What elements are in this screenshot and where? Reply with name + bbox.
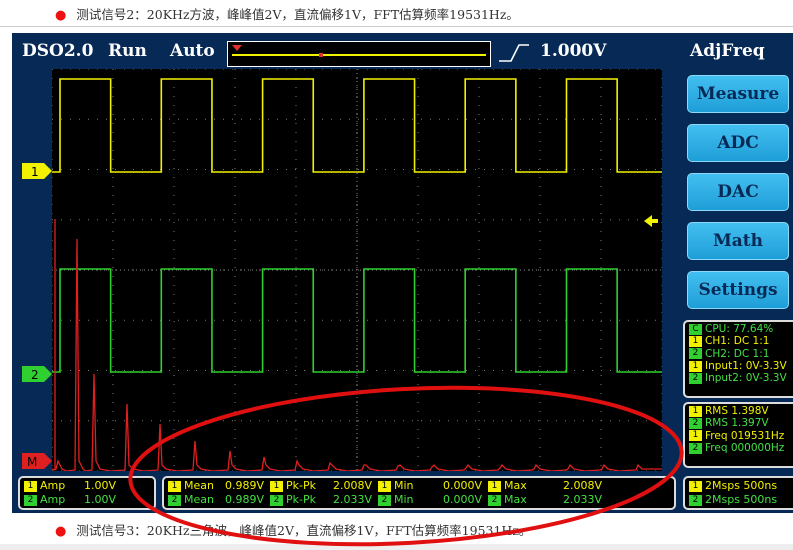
caption-top: ● 测试信号2：20KHz方波，峰峰值2V，直流偏移1V，FFT估算频率19531… — [55, 4, 519, 23]
amp-row: 1 Amp 1.00V — [24, 479, 154, 493]
trigger-mode[interactable]: Auto — [170, 41, 215, 61]
timebase-bar[interactable] — [227, 41, 491, 67]
oscilloscope-window: DSO2.0 Run Auto 1.000V AdjFreq 1 2 M Mea… — [12, 33, 793, 513]
view-center-marker — [319, 53, 323, 57]
caption-bottom: ● 测试信号3：20KHz三角波，峰峰值2V，直流偏移1V，FFT估算频率1953… — [55, 520, 531, 539]
measure-row: 2 RMS 1.397V — [689, 417, 793, 429]
run-status[interactable]: Run — [108, 41, 147, 61]
status-row: 2 CH2: DC 1:1 — [689, 348, 793, 360]
app-title: DSO2.0 — [22, 41, 94, 61]
measurement-panel: 1 RMS 1.398V 2 RMS 1.397V 1 Freq 019531Hz 2… — [683, 402, 793, 468]
math-button[interactable]: Math — [687, 222, 789, 260]
caption-divider — [0, 26, 793, 27]
status-row: 1 Input1: 0V-3.3V — [689, 360, 793, 372]
measure-row: 2 Freq 000000Hz — [689, 442, 793, 454]
stats-row-ch1: 1 Mean 0.989V 1 Pk-Pk 2.008V 1 Min 0.000V 1 Max… — [168, 479, 674, 493]
waveform-display[interactable] — [52, 69, 662, 471]
measure-row: 1 Freq 019531Hz — [689, 430, 793, 442]
rising-edge-icon[interactable] — [497, 42, 531, 64]
measure-button[interactable]: Measure — [687, 75, 789, 113]
rate-row: 1 2Msps 500ns — [689, 479, 793, 493]
status-row: C CPU: 77.64% — [689, 323, 793, 335]
stats-row-ch2: 2 Mean 0.989V 2 Pk-Pk 2.033V 2 Min 0.000V 2 Max… — [168, 493, 674, 507]
rate-row: 2 2Msps 500ns — [689, 493, 793, 507]
status-row: 1 CH1: DC 1:1 — [689, 335, 793, 347]
statistics-panel: 1 Mean 0.989V 1 Pk-Pk 2.008V 1 Min 0.000V 1 Max… — [162, 476, 676, 510]
ch1-marker-label: 1 — [31, 165, 39, 179]
measure-row: 1 RMS 1.398V — [689, 405, 793, 417]
trigger-level[interactable]: 1.000V — [540, 41, 606, 61]
amp-row: 2 Amp 1.00V — [24, 493, 154, 507]
ch1-marker[interactable]: 1 — [22, 163, 52, 179]
caption-top-text: 测试信号2：20KHz方波，峰峰值2V，直流偏移1V，FFT估算频率19531H… — [76, 7, 519, 22]
ch2-marker-label: 2 — [31, 368, 39, 382]
amplitude-panel: 1 Amp 1.00V 2 Amp 1.00V — [18, 476, 156, 510]
bullet-icon: ● — [55, 8, 67, 23]
menu-title: AdjFreq — [690, 41, 765, 61]
sample-rate-panel: 1 2Msps 500ns 2 2Msps 500ns — [683, 476, 793, 510]
settings-button[interactable]: Settings — [687, 271, 789, 309]
caption-bottom-text: 测试信号3：20KHz三角波，峰峰值2V，直流偏移1V，FFT估算频率19531… — [76, 523, 532, 538]
dac-button[interactable]: DAC — [687, 173, 789, 211]
footer-bar — [0, 544, 793, 550]
timebase-bar-graphic — [232, 45, 486, 57]
math-marker[interactable]: M — [22, 453, 52, 469]
status-row: 2 Input2: 0V-3.3V — [689, 372, 793, 384]
bullet-icon: ● — [55, 524, 67, 539]
trigger-position-icon — [232, 45, 242, 51]
math-marker-label: M — [27, 455, 37, 469]
system-status-panel: C CPU: 77.64% 1 CH1: DC 1:1 2 CH2: DC 1:1 1… — [683, 320, 793, 398]
adc-button[interactable]: ADC — [687, 124, 789, 162]
ch2-marker[interactable]: 2 — [22, 366, 52, 382]
trigger-level-marker[interactable] — [644, 215, 658, 227]
